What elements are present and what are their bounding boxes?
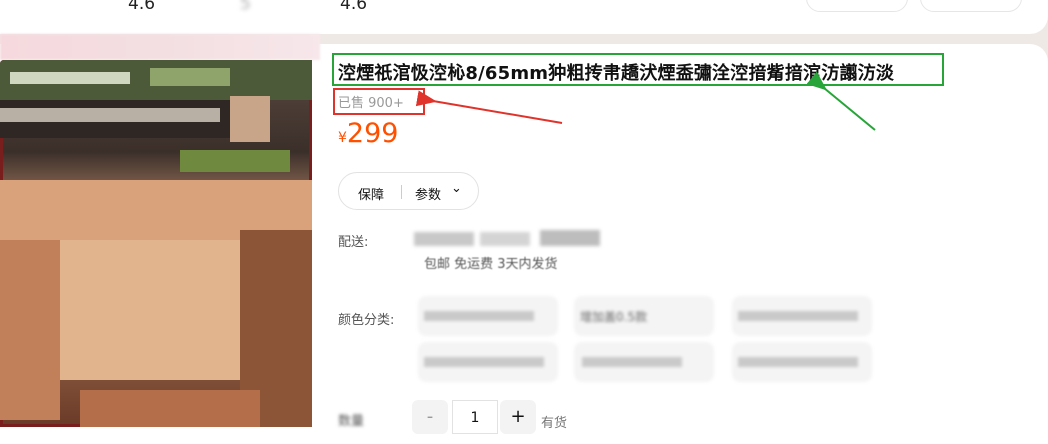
delivery-address-blurred: [410, 228, 610, 250]
green-arrow: [806, 71, 876, 131]
quantity-increase-button[interactable]: +: [500, 400, 536, 434]
quantity-label: 数量: [338, 414, 365, 429]
red-arrow: [415, 90, 563, 124]
stock-status: 有货: [541, 416, 568, 431]
color-option[interactable]: [732, 296, 872, 336]
color-option[interactable]: [418, 296, 558, 336]
color-option[interactable]: 增加盖0.5款: [574, 296, 714, 336]
guarantee-label[interactable]: 保障: [358, 184, 384, 203]
color-option[interactable]: [418, 342, 558, 382]
guarantee-params-pill[interactable]: 保障 参数 ⌄: [338, 172, 479, 210]
color-option[interactable]: [732, 342, 872, 382]
quantity-input[interactable]: 1: [452, 400, 498, 434]
chevron-down-icon[interactable]: ⌄: [451, 181, 462, 196]
quantity-decrease-button[interactable]: -: [412, 400, 448, 434]
delivery-label: 配送:: [338, 235, 369, 250]
params-label[interactable]: 参数: [415, 184, 441, 203]
color-option-label: 增加盖0.5款: [580, 310, 648, 324]
pill-divider: [401, 185, 402, 199]
color-option[interactable]: [574, 342, 714, 382]
color-label: 颜色分类:: [338, 313, 395, 328]
delivery-info: 包邮 免运费 3天内发货: [424, 257, 558, 272]
